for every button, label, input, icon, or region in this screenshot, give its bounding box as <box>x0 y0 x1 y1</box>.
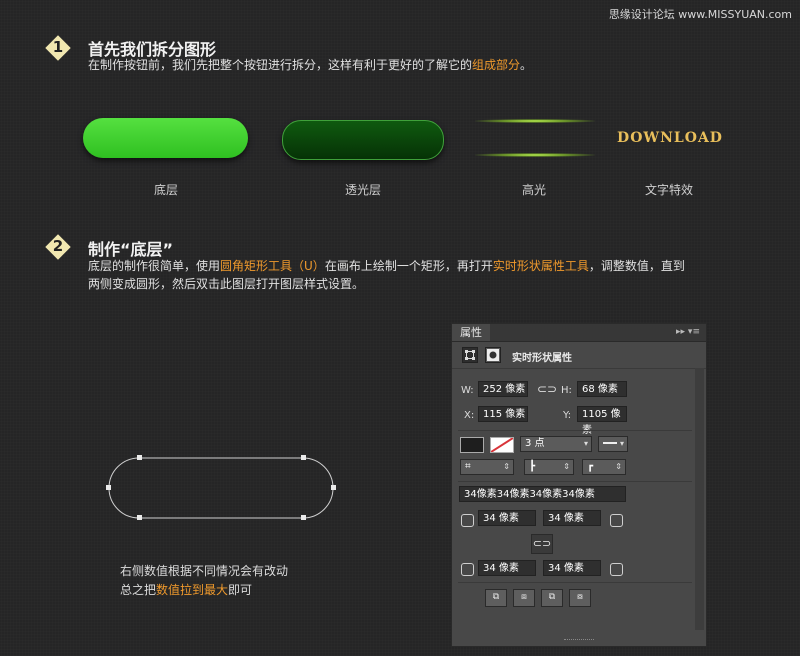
link-icon[interactable]: ⊂⊃ <box>537 382 557 396</box>
resize-handle[interactable] <box>564 639 594 644</box>
note-line2-highlight: 数值拉到最大 <box>156 583 229 597</box>
step1-desc-suffix: 。 <box>520 58 533 72</box>
y-field[interactable]: 1105 像素 <box>577 406 627 436</box>
subtract-front-button[interactable]: ⧈ <box>513 589 535 607</box>
intersect-shapes-button[interactable]: ⧉ <box>541 589 563 607</box>
corner-tl-field[interactable]: 34 像素 <box>478 510 536 526</box>
caption-text-effect: 文字特效 <box>644 183 693 197</box>
tab-properties[interactable]: 属性 <box>452 324 490 341</box>
step2-line1-a: 底层的制作很简单，使用 <box>88 259 221 273</box>
highlight-glow-bottom <box>475 153 595 157</box>
link-icon: ⊂⊃ <box>532 537 552 550</box>
corner-bl-field[interactable]: 34 像素 <box>478 560 536 576</box>
corner-dropdown[interactable]: ┏ ⇕ <box>582 459 626 475</box>
rounded-rect-path <box>106 455 336 520</box>
anchor-point <box>301 515 306 520</box>
shape-properties-icon[interactable] <box>462 347 478 363</box>
corner-join-icon: ┏ <box>587 461 594 472</box>
stroke-size-value: 3 点 <box>525 438 545 449</box>
step-badge-2: 2 <box>45 234 71 260</box>
note-line2-b: 即可 <box>228 583 253 597</box>
h-label: H: <box>561 385 572 396</box>
download-text-effect: DOWNLOAD <box>617 130 723 146</box>
mask-properties-icon[interactable] <box>485 347 501 363</box>
stepper-icon: ⇕ <box>503 462 510 471</box>
corner-tl-icon <box>461 514 474 527</box>
step2-line1-b: 在画布上绘制一个矩形，再打开 <box>324 259 493 273</box>
width-field[interactable]: 252 像素 <box>478 381 528 397</box>
translucent-layer-button <box>282 120 444 160</box>
x-label: X: <box>464 410 475 421</box>
divider <box>458 481 692 482</box>
align-icon: ⌗ <box>465 461 471 472</box>
step2-desc: 底层的制作很简单，使用圆角矩形工具（U）在画布上绘制一个矩形，再打开实时形状属性… <box>88 257 778 293</box>
caption-highlight: 高光 <box>521 183 546 197</box>
w-label: W: <box>461 385 474 396</box>
anchor-point <box>106 485 111 490</box>
note-line2-a: 总之把 <box>120 583 157 597</box>
x-field[interactable]: 115 像素 <box>478 406 528 422</box>
corner-br-icon <box>610 563 623 576</box>
note-line2: 总之把数值拉到最大即可 <box>120 581 288 600</box>
anchor-point <box>331 485 336 490</box>
step2-line2: 两侧变成圆形，然后双击此图层打开图层样式设置。 <box>88 277 365 291</box>
step1-desc-text: 在制作按钮前，我们先把整个按钮进行拆分，这样有利于更好的了解它的 <box>88 58 473 72</box>
caption-translucent: 透光层 <box>344 183 381 197</box>
step-number: 2 <box>52 237 64 255</box>
align-dropdown[interactable]: ⌗ ⇕ <box>460 459 514 475</box>
properties-panel: 属性 ▸▸ ▾≡ 实时形状属性 W: 252 像素 ⊂⊃ H: 68 像素 X:… <box>451 323 707 647</box>
exclude-overlap-button[interactable]: ⧇ <box>569 589 591 607</box>
corner-tr-icon <box>610 514 623 527</box>
fill-color-swatch[interactable] <box>460 437 484 453</box>
divider <box>458 430 692 431</box>
highlight-glow-top <box>475 119 595 123</box>
step1-desc-highlight: 组成部分 <box>472 58 521 72</box>
step2-line1-c: ，调整数值，直到 <box>588 259 685 273</box>
corner-br-field[interactable]: 34 像素 <box>543 560 601 576</box>
stroke-size-dropdown[interactable]: 3 点 ▾ <box>520 436 592 452</box>
step1-desc: 在制作按钮前，我们先把整个按钮进行拆分，这样有利于更好的了解它的组成部分。 <box>88 56 532 74</box>
panel-menu-icon[interactable]: ▸▸ ▾≡ <box>676 327 700 337</box>
y-label: Y: <box>563 410 572 421</box>
chevron-down-icon: ▾ <box>619 439 624 448</box>
chevron-down-icon: ▾ <box>583 439 588 448</box>
step2-line1-hl2: 实时形状属性工具 <box>492 259 589 273</box>
panel-scrollbar[interactable] <box>695 368 704 630</box>
caption-base: 底层 <box>153 183 178 197</box>
step-badge-1: 1 <box>45 35 71 61</box>
base-layer-button <box>83 118 248 158</box>
link-corners-button[interactable]: ⊂⊃ <box>531 534 553 554</box>
height-field[interactable]: 68 像素 <box>577 381 627 397</box>
stepper-icon: ⇕ <box>615 462 622 471</box>
panel-title: 实时形状属性 <box>512 353 572 364</box>
stroke-color-swatch[interactable] <box>490 437 514 453</box>
cap-icon: ┣ <box>529 461 536 472</box>
anchor-point <box>301 455 306 460</box>
divider <box>458 582 692 583</box>
watermark: 思缘设计论坛 www.MISSYUAN.com <box>608 8 792 21</box>
live-shape-header: 实时形状属性 <box>452 342 706 369</box>
corner-radii-summary-field[interactable]: 34像素34像素34像素34像素 <box>459 486 626 502</box>
cap-dropdown[interactable]: ┣ ⇕ <box>524 459 574 475</box>
note: 右侧数值根据不同情况会有改动 总之把数值拉到最大即可 <box>120 562 288 600</box>
anchor-point <box>137 515 142 520</box>
step-number: 1 <box>52 38 64 56</box>
anchor-point <box>137 455 142 460</box>
stepper-icon: ⇕ <box>563 462 570 471</box>
combine-shapes-button[interactable]: ⧉ <box>485 589 507 607</box>
note-line1: 右侧数值根据不同情况会有改动 <box>120 564 289 578</box>
step2-line1: 底层的制作很简单，使用圆角矩形工具（U）在画布上绘制一个矩形，再打开实时形状属性… <box>88 257 778 275</box>
corner-bl-icon <box>461 563 474 576</box>
stroke-type-dropdown[interactable]: ▾ <box>598 436 628 452</box>
corner-tr-field[interactable]: 34 像素 <box>543 510 601 526</box>
panel-tabbar: 属性 ▸▸ ▾≡ <box>452 324 706 342</box>
step2-line1-hl1: 圆角矩形工具（U） <box>220 259 325 273</box>
